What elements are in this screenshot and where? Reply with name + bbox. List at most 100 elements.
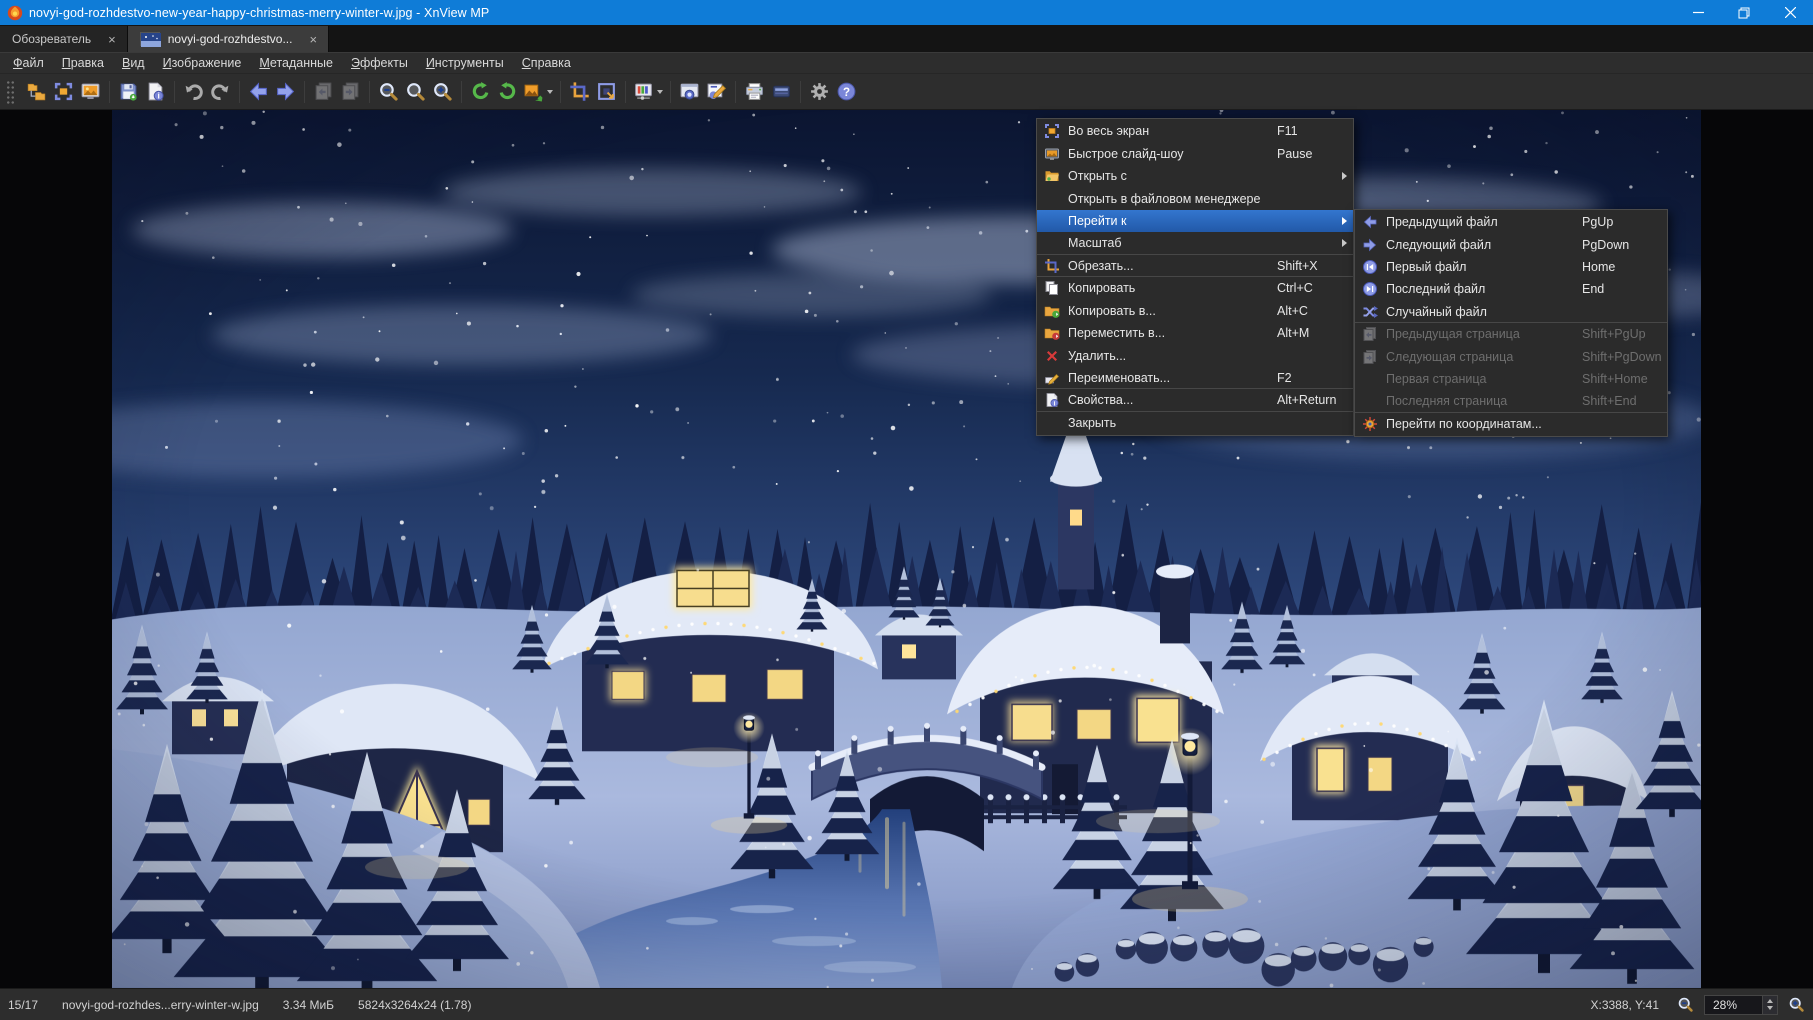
menubar-item-effects[interactable]: Эффекты [342,53,417,73]
context-menu: Во весь экран F11 Быстрое слайд-шоу Paus… [1036,118,1354,436]
menu-item-shortcut: End [1582,282,1604,296]
rotate-right-icon [497,81,518,102]
toolbar-button-crop[interactable] [566,78,593,106]
print-icon [744,81,765,102]
menu-item-goto[interactable]: Перейти к [1037,210,1353,232]
toolbar-button-adjust[interactable] [631,78,665,106]
toolbar-button-redo[interactable] [207,78,234,106]
copy-to-icon [1043,303,1061,319]
image-dimensions: 5824x3264x24 (1.78) [358,998,471,1012]
toolbar-button-rotate-right[interactable] [494,78,521,106]
toolbar-button-info[interactable]: i [142,78,169,106]
toolbar-button-browser[interactable] [23,78,50,106]
close-button[interactable] [1767,0,1813,25]
toolbar-button-draw[interactable] [703,78,730,106]
undo-icon [183,81,204,102]
toolbar-button-settings[interactable] [806,78,833,106]
svg-text:i: i [157,91,159,101]
menu-item-copy[interactable]: Копировать Ctrl+C [1037,277,1353,299]
submenu-item-first-file[interactable]: Первый файл Home [1355,256,1667,278]
statusbar-zoom-in-button[interactable] [1788,996,1805,1013]
dropdown-caret-icon [657,90,663,94]
submenu-item-next-page[interactable]: Следующая страница Shift+PgDown [1355,345,1667,367]
toolbar-button-zoom-fit[interactable] [402,78,429,106]
random-icon [1361,304,1379,320]
menu-item-shortcut: Shift+PgDown [1582,350,1662,364]
info-icon: i [145,81,166,102]
toolbar-button-undo[interactable] [180,78,207,106]
toolbar-button-print[interactable] [741,78,768,106]
toolbar-button-prev-page[interactable] [310,78,337,106]
menu-item-delete[interactable]: Удалить... [1037,344,1353,366]
convert-icon [523,81,544,102]
menubar-item-metadata[interactable]: Метаданные [250,53,342,73]
tab-image-label: novyi-god-rozhdestvo... [168,32,293,46]
menu-item-crop[interactable]: Обрезать... Shift+X [1037,255,1353,277]
menubar-item-edit[interactable]: Правка [53,53,113,73]
crop-icon [569,81,590,102]
toolbar-button-previous[interactable] [245,78,272,106]
window-title: novyi-god-rozhdestvo-new-year-happy-chri… [29,6,489,20]
submenu-item-last-file[interactable]: Последний файл End [1355,278,1667,300]
menu-item-properties[interactable]: i Свойства... Alt+Return [1037,389,1353,411]
prev-page-icon [313,81,334,102]
menu-item-move-to[interactable]: Переместить в... Alt+M [1037,322,1353,344]
svg-text:i: i [1054,401,1056,408]
menubar-item-view[interactable]: Вид [113,53,154,73]
menubar-item-file[interactable]: Файл [4,53,53,73]
menu-item-fullscreen[interactable]: Во весь экран F11 [1037,120,1353,142]
tab-close-icon[interactable]: × [306,32,320,47]
minimize-button[interactable] [1675,0,1721,25]
toolbar-button-save[interactable] [115,78,142,106]
menu-item-open-file-manager[interactable]: Открыть в файловом менеджере [1037,187,1353,209]
toolbar-grip-handle[interactable] [6,80,15,104]
zoom-fit-icon [405,81,426,102]
last-icon [1361,281,1379,297]
tab-browser[interactable]: Обозреватель × [0,26,128,52]
menu-item-open-with[interactable]: Открыть с [1037,165,1353,187]
menu-item-slideshow[interactable]: Быстрое слайд-шоу Pause [1037,142,1353,164]
menu-item-shortcut: Pause [1277,147,1312,161]
toolbar-button-zoom-out[interactable] [375,78,402,106]
submenu-item-goto-coords[interactable]: Перейти по координатам... [1355,413,1667,435]
zoom-stepper[interactable] [1762,996,1777,1014]
tab-thumbnail [140,32,160,46]
page-prev-icon [1361,326,1379,342]
toolbar-button-convert[interactable] [521,78,555,106]
toolbar-separator [735,81,736,103]
first-icon [1361,259,1379,275]
tab-close-icon[interactable]: × [105,32,119,47]
menu-item-shortcut: PgDown [1582,238,1629,252]
statusbar-zoom-out-button[interactable] [1677,996,1694,1013]
submenu-item-prev-page[interactable]: Предыдущая страница Shift+PgUp [1355,323,1667,345]
toolbar-button-resize[interactable] [593,78,620,106]
toolbar-button-zoom-in[interactable] [429,78,456,106]
menu-item-close[interactable]: Закрыть [1037,412,1353,434]
menubar-item-tools[interactable]: Инструменты [417,53,513,73]
zoom-spinner[interactable]: 28% [1704,995,1778,1015]
submenu-item-prev-file[interactable]: Предыдущий файл PgUp [1355,211,1667,233]
submenu-item-last-page[interactable]: Последняя страница Shift+End [1355,390,1667,412]
toolbar-button-help[interactable]: ? [833,78,860,106]
toolbar-button-capture[interactable] [676,78,703,106]
previous-icon [248,81,269,102]
menubar-item-help[interactable]: Справка [513,53,580,73]
toolbar-button-next-page[interactable] [337,78,364,106]
menu-item-rename[interactable]: Переименовать... F2 [1037,367,1353,389]
toolbar-button-next[interactable] [272,78,299,106]
menu-item-copy-to[interactable]: Копировать в... Alt+C [1037,300,1353,322]
menubar-item-image[interactable]: Изображение [154,53,251,73]
capture-icon [679,81,700,102]
submenu-item-first-page[interactable]: Первая страница Shift+Home [1355,368,1667,390]
submenu-item-next-file[interactable]: Следующий файл PgDown [1355,233,1667,255]
toolbar-button-rotate-left[interactable] [467,78,494,106]
toolbar-button-view[interactable] [77,78,104,106]
menu-item-shortcut: PgUp [1582,215,1613,229]
tab-image[interactable]: novyi-god-rozhdestvo... × [128,26,329,52]
toolbar-button-fullscreen[interactable] [50,78,77,106]
restore-button[interactable] [1721,0,1767,25]
toolbar-button-scan[interactable] [768,78,795,106]
submenu-item-random-file[interactable]: Случайный файл [1355,301,1667,323]
menu-item-zoom[interactable]: Масштаб [1037,232,1353,254]
zoom-value: 28% [1705,998,1762,1012]
